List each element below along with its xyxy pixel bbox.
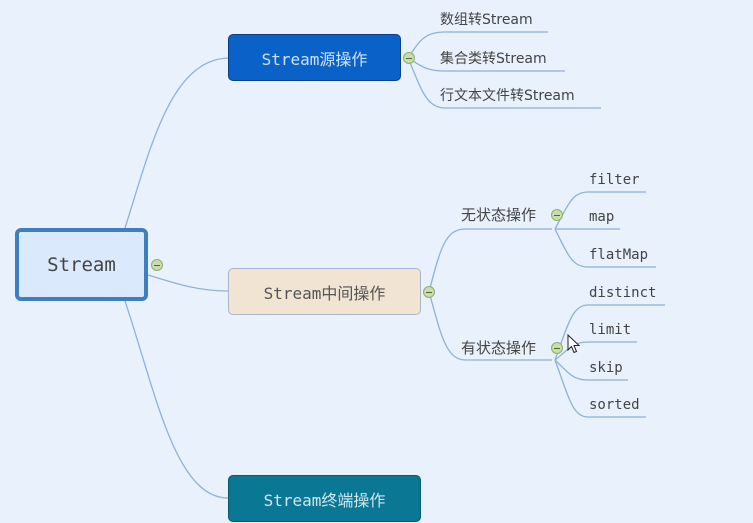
leaf-node[interactable]: distinct <box>589 284 656 302</box>
mouse-pointer-icon <box>567 334 581 354</box>
collapse-minus-icon[interactable] <box>551 209 563 221</box>
leaf-label: limit <box>589 322 632 338</box>
leaf-node[interactable]: flatMap <box>589 246 648 264</box>
leaf-label: skip <box>589 360 623 376</box>
category-node-stateful[interactable]: 有状态操作 <box>461 339 536 357</box>
branch-node-terminal[interactable]: Stream终端操作 <box>228 475 421 522</box>
link-root-source <box>124 57 229 229</box>
branch-label: Stream源操作 <box>261 49 368 69</box>
leaf-label: sorted <box>589 397 640 413</box>
collapse-minus-icon[interactable] <box>151 259 163 271</box>
leaf-node[interactable]: 数组转Stream <box>440 11 533 29</box>
category-node-stateless[interactable]: 无状态操作 <box>461 206 536 224</box>
leaf-label: filter <box>589 172 640 188</box>
category-label: 有状态操作 <box>461 339 537 357</box>
leaf-label: map <box>589 209 615 225</box>
leaf-node[interactable]: 集合类转Stream <box>440 50 547 68</box>
branch-label: Stream中间操作 <box>263 283 386 303</box>
link-root-terminal <box>124 300 229 499</box>
mindmap-canvas: Stream Stream源操作 数组转Stream 集合类转Stream 行文… <box>0 0 753 523</box>
leaf-label: 集合类转Stream <box>440 51 547 67</box>
leaf-label: 行文本文件转Stream <box>440 88 575 104</box>
leaf-node[interactable]: limit <box>589 321 631 339</box>
collapse-minus-icon[interactable] <box>423 286 435 298</box>
leaf-label: flatMap <box>589 247 649 263</box>
leaf-node[interactable]: filter <box>589 171 640 189</box>
leaf-node[interactable]: sorted <box>589 396 640 414</box>
leaf-node[interactable]: skip <box>589 359 623 377</box>
leaf-label: distinct <box>589 285 657 301</box>
leaf-node[interactable]: 行文本文件转Stream <box>440 87 575 105</box>
link-root-middle <box>147 274 229 292</box>
root-label: Stream <box>47 253 116 276</box>
category-label: 无状态操作 <box>461 206 537 224</box>
root-node[interactable]: Stream <box>15 228 148 301</box>
leaf-node[interactable]: map <box>589 208 614 226</box>
collapse-minus-icon[interactable] <box>403 52 415 64</box>
leaf-label: 数组转Stream <box>440 12 533 28</box>
branch-label: Stream终端操作 <box>263 490 386 510</box>
collapse-minus-icon[interactable] <box>551 342 563 354</box>
branch-node-middle[interactable]: Stream中间操作 <box>228 268 421 315</box>
branch-node-source[interactable]: Stream源操作 <box>228 34 401 81</box>
link-middle-stateless <box>428 228 552 293</box>
